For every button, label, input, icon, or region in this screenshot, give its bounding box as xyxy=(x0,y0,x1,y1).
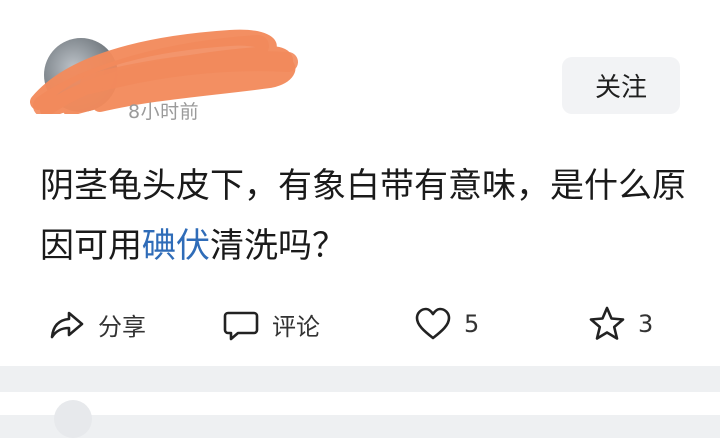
follow-button[interactable]: 关注 xyxy=(562,57,680,114)
comment-bubble-icon xyxy=(223,311,259,341)
next-avatar[interactable] xyxy=(54,400,92,438)
post-text-after: 清洗吗？ xyxy=(210,226,346,266)
post-text-link[interactable]: 碘伏 xyxy=(142,226,210,266)
next-post-card xyxy=(0,392,720,438)
share-button[interactable]: 分享 xyxy=(48,300,146,348)
post-text-before: 阴茎龟头皮下，有象白带有意味，是什么原因可用 xyxy=(40,166,686,266)
post-timestamp: 8小时前 xyxy=(128,101,200,123)
like-button[interactable]: 5 xyxy=(414,300,479,348)
comment-button[interactable]: 评论 xyxy=(222,300,320,348)
heart-icon xyxy=(415,307,451,340)
post-content: 阴茎龟头皮下，有象白带有意味，是什么原因可用碘伏清洗吗？ xyxy=(40,156,700,276)
share-label: 分享 xyxy=(98,312,146,341)
post-card: 8小时前 关注 阴茎龟头皮下，有象白带有意味，是什么原因可用碘伏清洗吗？ 分享 … xyxy=(0,0,720,366)
star-icon xyxy=(589,306,625,340)
favorite-button[interactable]: 3 xyxy=(588,300,653,348)
action-bar: 分享 评论 5 3 xyxy=(0,300,720,348)
share-arrow-icon xyxy=(50,311,84,339)
favorite-count: 3 xyxy=(638,310,654,338)
like-count: 5 xyxy=(464,310,480,338)
comment-label: 评论 xyxy=(272,312,320,341)
